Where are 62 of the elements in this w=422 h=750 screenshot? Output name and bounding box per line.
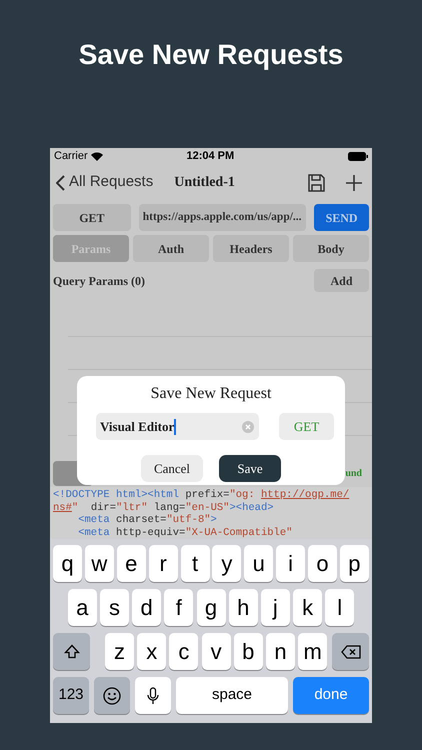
numbers-key[interactable]: 123 (53, 677, 89, 714)
keyboard-key[interactable]: j (260, 589, 290, 626)
cancel-button[interactable]: Cancel (141, 455, 203, 482)
keyboard-key[interactable]: p (340, 545, 369, 582)
delete-key[interactable] (332, 633, 369, 670)
tab[interactable]: Body (293, 235, 369, 262)
space-key[interactable]: space (176, 677, 288, 714)
shift-key[interactable] (53, 633, 90, 670)
keyboard-key[interactable]: o (308, 545, 337, 582)
keyboard-key[interactable]: b (234, 633, 263, 670)
keyboard-key[interactable]: k (293, 589, 322, 626)
microphone-icon (147, 686, 159, 704)
backspace-icon (340, 644, 360, 658)
keyboard-key[interactable]: s (100, 589, 129, 626)
keyboard-key[interactable]: w (84, 545, 114, 582)
back-chevron-icon (56, 174, 65, 190)
headline: Save New Requests (78, 38, 344, 72)
keyboard-key[interactable]: u (244, 545, 274, 582)
battery-icon (348, 152, 368, 161)
tab[interactable]: Auth (133, 235, 209, 262)
emoji-key[interactable] (94, 677, 130, 714)
keyboard-key[interactable]: g (196, 589, 226, 626)
done-key[interactable]: done (293, 677, 369, 714)
status-time: 12:04 PM (186, 149, 234, 164)
code-line: <meta charset="utf-8"> (77, 514, 217, 526)
status-text: und (345, 467, 362, 481)
keyboard-key[interactable]: m (298, 633, 328, 670)
keyboard-key[interactable]: e (116, 545, 146, 582)
plus-icon[interactable] (346, 174, 362, 190)
keyboard-key[interactable]: y (212, 545, 242, 582)
tab[interactable]: Headers (213, 235, 289, 262)
carrier-label: Carrier (54, 149, 88, 164)
save-button[interactable]: Save (219, 455, 281, 482)
shift-arrow-icon (64, 644, 80, 660)
url-field[interactable]: https://apps.apple.com/us/app/... (138, 204, 306, 231)
keyboard-key[interactable]: l (325, 589, 354, 626)
back-button[interactable]: All Requests (56, 171, 154, 194)
keyboard-key[interactable]: f (164, 589, 194, 626)
keyboard-key[interactable]: c (169, 633, 198, 670)
keyboard-key[interactable]: n (266, 633, 295, 670)
wifi-icon (90, 152, 103, 161)
query-params-label: Query Params (0) (53, 272, 145, 290)
code-line: <meta http-equiv="X-UA-Compatible" (77, 526, 292, 539)
microphone-key[interactable] (135, 677, 171, 714)
screen-title: Untitled-1 (174, 174, 235, 192)
dialog-title: Save New Request (150, 384, 272, 404)
keyboard-key[interactable]: v (202, 633, 231, 670)
add-button[interactable]: Add (314, 269, 369, 292)
keyboard-key[interactable]: t (180, 545, 210, 582)
keyboard-key[interactable]: x (137, 633, 166, 670)
keyboard-key[interactable]: h (228, 589, 258, 626)
keyboard-key[interactable]: q (53, 545, 82, 582)
method-button[interactable]: GET (53, 204, 131, 231)
keyboard-key[interactable]: i (276, 545, 306, 582)
code-line: <!DOCTYPE html><html prefix="og: http://ogp.me/ (53, 489, 350, 502)
keyboard-key[interactable]: z (105, 633, 134, 670)
keyboard-key[interactable]: a (68, 589, 97, 626)
request-name-field[interactable]: Visual Editor (96, 413, 259, 440)
code-line: ns#" dir="ltr" lang="en-US"><head> (53, 502, 274, 514)
smiley-icon (103, 686, 121, 704)
keyboard-key[interactable]: r (148, 545, 178, 582)
keyboard-key[interactable]: d (132, 589, 162, 626)
